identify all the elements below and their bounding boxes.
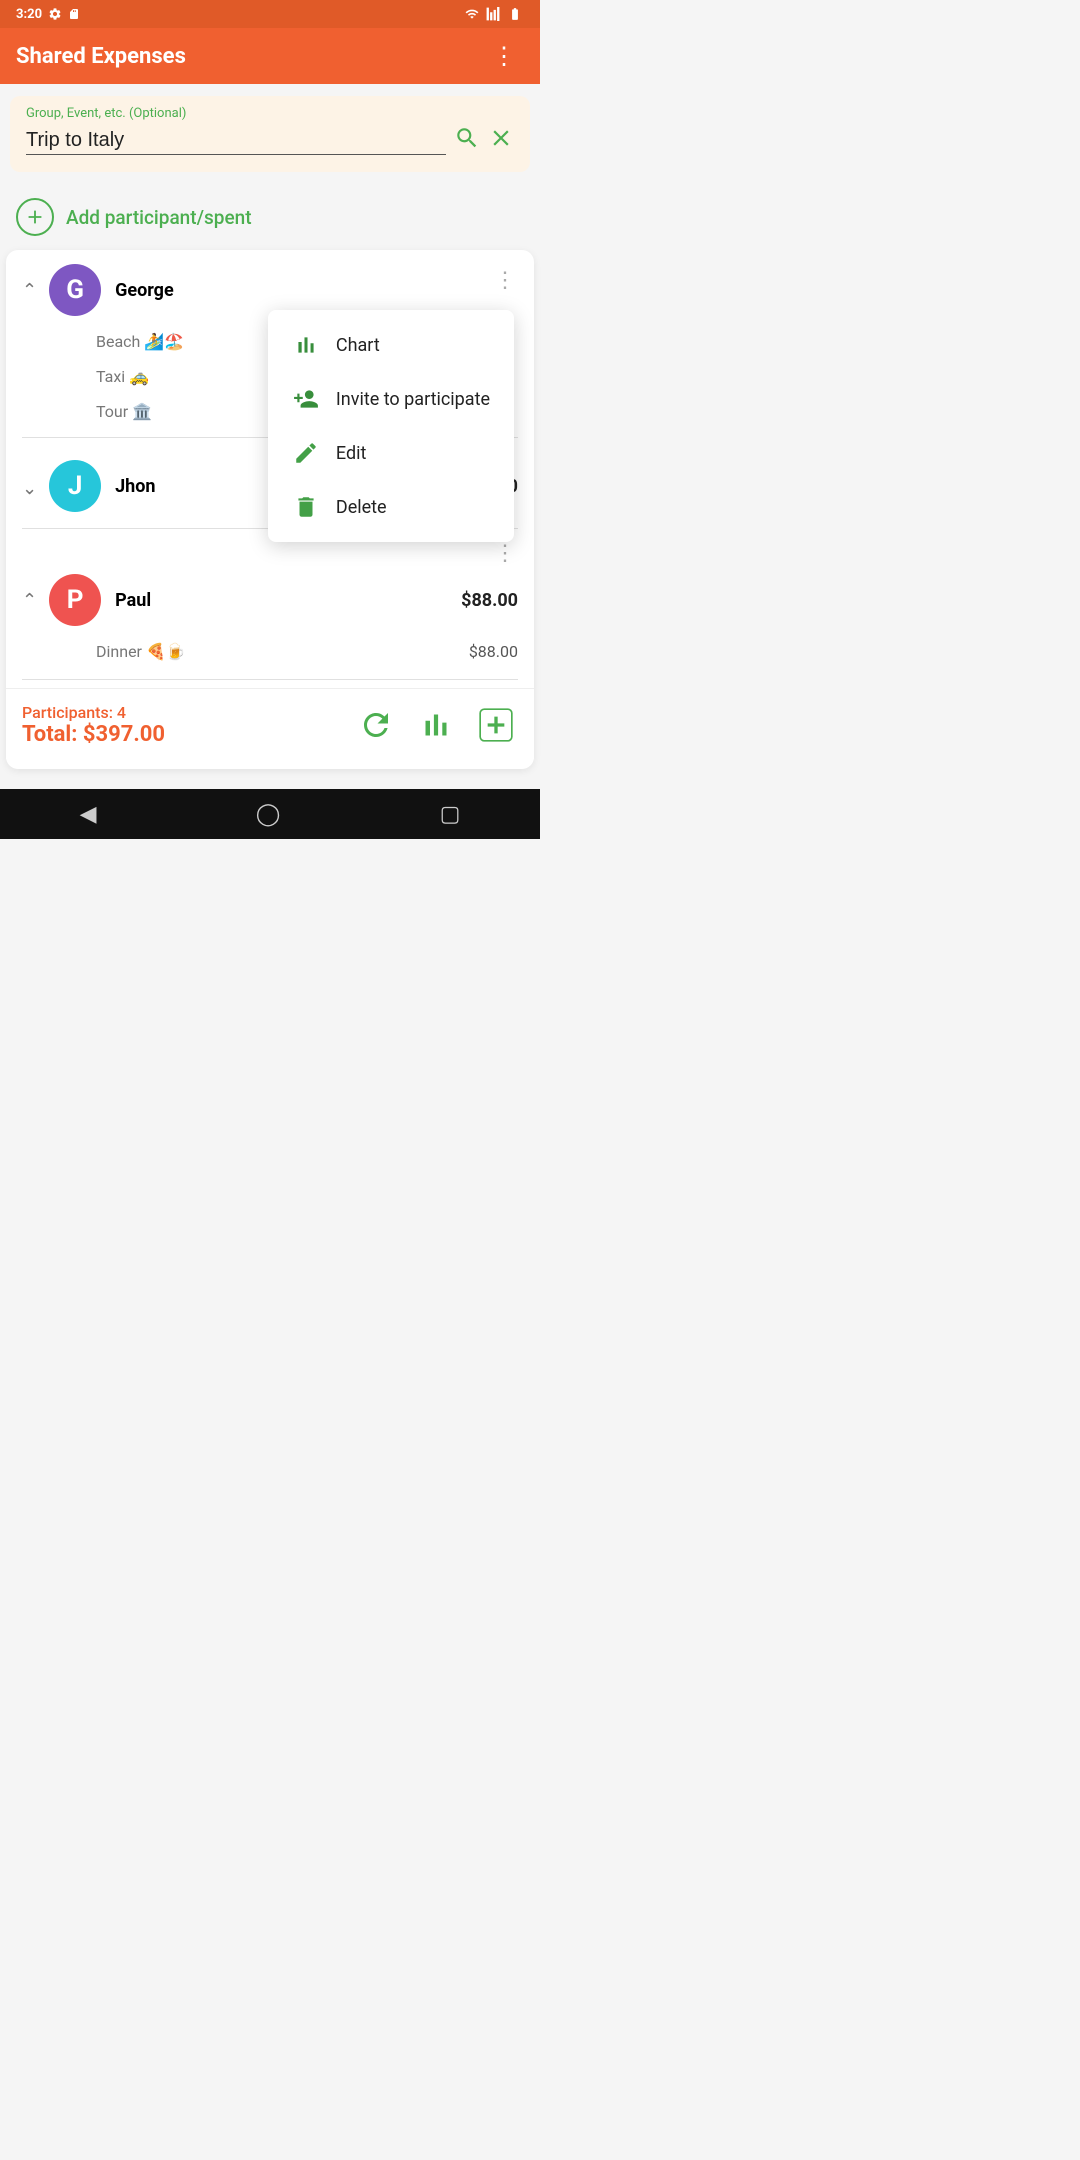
george-collapse-btn[interactable]: ⌃ — [22, 280, 37, 301]
paul-row: ⌃ P Paul $88.00 — [6, 570, 534, 634]
menu-item-chart[interactable]: Chart — [268, 318, 514, 372]
chart-menu-icon — [292, 332, 320, 358]
add-export-icon — [476, 705, 516, 745]
signal-icon — [486, 7, 500, 21]
add-circle-icon — [16, 198, 54, 236]
nav-recent-button[interactable]: ▢ — [420, 794, 481, 835]
search-input[interactable] — [26, 129, 446, 155]
paul-avatar: P — [49, 574, 101, 626]
delete-menu-icon — [292, 494, 320, 520]
wifi-icon — [464, 7, 480, 21]
jhon-expand-btn[interactable]: ⌃ — [22, 476, 37, 497]
jhon-avatar: J — [49, 460, 101, 512]
app-bar: Shared Expenses ⋮ — [0, 28, 540, 84]
status-bar: 3:20 — [0, 0, 540, 28]
add-participant-button[interactable]: Add participant/spent — [0, 184, 540, 250]
refresh-button[interactable] — [354, 703, 398, 747]
nav-home-button[interactable]: ◯ — [236, 794, 301, 835]
george-name: George — [115, 280, 518, 301]
edit-menu-icon — [292, 440, 320, 466]
total-amount: Total: $397.00 — [22, 722, 165, 747]
search-label: Group, Event, etc. (Optional) — [26, 106, 514, 121]
participants-card: ⋮ Chart Invite to participate Edit Delet… — [6, 250, 534, 769]
battery-icon — [506, 7, 524, 21]
menu-item-delete[interactable]: Delete — [268, 480, 514, 534]
paul-collapse-btn[interactable]: ⌃ — [22, 590, 37, 611]
refresh-icon — [358, 707, 394, 743]
menu-item-invite[interactable]: Invite to participate — [268, 372, 514, 426]
search-box: Group, Event, etc. (Optional) — [10, 96, 530, 172]
app-menu-button[interactable]: ⋮ — [484, 34, 524, 78]
nav-back-button[interactable]: ◀ — [60, 794, 117, 835]
paul-name: Paul — [115, 590, 461, 611]
search-button[interactable] — [454, 125, 480, 158]
nav-bar: ◀ ◯ ▢ — [0, 789, 540, 839]
paul-amount: $88.00 — [461, 590, 518, 611]
footer-bar: Participants: 4 Total: $397.00 — [6, 688, 534, 759]
invite-menu-label: Invite to participate — [336, 389, 490, 410]
app-title: Shared Expenses — [16, 44, 186, 69]
totals-section: Participants: 4 Total: $397.00 — [22, 703, 165, 747]
divider-paul-footer — [22, 679, 518, 680]
george-avatar: G — [49, 264, 101, 316]
context-menu: Chart Invite to participate Edit Delete — [268, 310, 514, 542]
status-time: 3:20 — [16, 7, 42, 22]
edit-menu-label: Edit — [336, 443, 366, 464]
menu-item-edit[interactable]: Edit — [268, 426, 514, 480]
chart-button[interactable] — [414, 703, 458, 747]
invite-menu-icon — [292, 386, 320, 412]
chart-menu-label: Chart — [336, 335, 380, 356]
participants-count: Participants: 4 — [22, 703, 165, 722]
settings-icon — [48, 7, 62, 21]
clear-button[interactable] — [488, 125, 514, 158]
chart-footer-icon — [418, 707, 454, 743]
add-participant-label: Add participant/spent — [66, 206, 252, 229]
search-icon — [454, 125, 480, 151]
footer-actions — [354, 703, 518, 747]
paul-expense-dinner: Dinner 🍕🍺 $88.00 — [6, 634, 534, 669]
clear-icon — [488, 125, 514, 151]
add-export-button[interactable] — [474, 703, 518, 747]
sdcard-icon — [68, 7, 80, 21]
plus-icon — [24, 206, 46, 228]
delete-menu-label: Delete — [336, 497, 387, 518]
